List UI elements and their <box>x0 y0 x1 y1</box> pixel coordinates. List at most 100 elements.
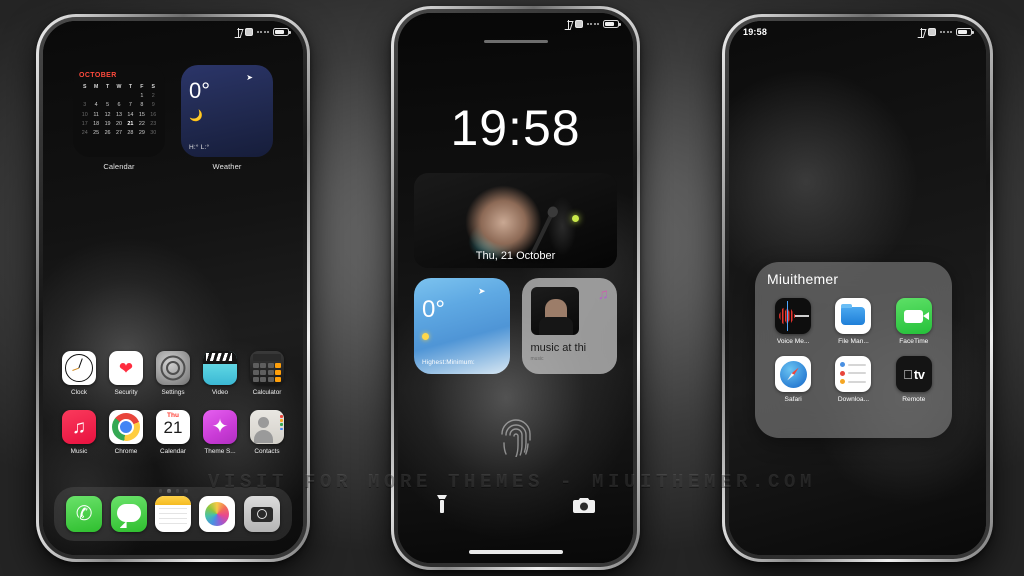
facetime-icon[interactable] <box>895 298 932 334</box>
weather-temp: 0° <box>189 78 211 103</box>
app-label: Chrome <box>114 448 138 455</box>
folder-app-label: Remote <box>902 396 926 403</box>
calendar-dow: M <box>93 84 99 90</box>
lock-music-widget[interactable]: ♫ music at thi music <box>521 278 617 374</box>
calendar-day: 8 <box>140 102 144 109</box>
calendar-day: 11 <box>93 111 99 118</box>
camera-icon[interactable] <box>243 496 280 532</box>
app-contacts[interactable]: Contacts <box>250 410 284 455</box>
clock-icon[interactable] <box>62 351 96 385</box>
calendar-day: 22 <box>138 120 145 127</box>
message-bubble-icon[interactable] <box>110 496 147 532</box>
gear-icon[interactable] <box>156 351 190 385</box>
app-clock[interactable]: Clock <box>62 351 96 396</box>
calendar-widget-body[interactable]: OCTOBER S M T W T F S 1 2 3 4 5 6 7 8 9 10 11 12 13 14 15 16 17… <box>73 65 165 157</box>
clapperboard-icon[interactable] <box>203 351 237 385</box>
fingerprint-icon[interactable] <box>499 417 533 462</box>
app-label: Calendar <box>160 448 186 455</box>
camera-icon[interactable] <box>573 497 595 519</box>
calendar-dow: W <box>116 84 122 90</box>
album-art <box>530 287 579 335</box>
file-manager-icon[interactable] <box>835 298 872 334</box>
phone-left-screen[interactable]: OCTOBER S M T W T F S 1 2 3 4 5 6 7 8 9 10 11 12 13 14 15 16 17… <box>43 21 303 555</box>
app-calculator[interactable]: Calculator <box>250 351 284 396</box>
calendar-grid: S M T W T F S 1 2 3 4 5 6 7 8 9 10 11 12 13 14 15 16 17 18 19 20 21… <box>79 83 159 137</box>
calendar-icon-day-num: 21 <box>163 418 183 437</box>
folder-app-voice-memos[interactable]: Voice Me... <box>767 298 819 345</box>
flashlight-icon[interactable] <box>436 494 448 519</box>
calendar-day: 12 <box>104 111 111 118</box>
calculator-icon[interactable] <box>250 351 284 385</box>
home-indicator[interactable] <box>468 550 563 554</box>
bluetooth-icon <box>919 27 924 37</box>
app-theme-store[interactable]: ✦ Theme S... <box>203 410 237 455</box>
calendar-day: 2 <box>151 93 155 100</box>
signal-dots <box>256 31 269 33</box>
folder-app-label: Downloa... <box>837 396 870 403</box>
app-music[interactable]: ♫ Music <box>62 410 96 455</box>
app-label: Security <box>114 389 138 396</box>
calendar-day: 5 <box>106 102 110 109</box>
chrome-icon[interactable] <box>109 410 143 444</box>
star-icon[interactable]: ✦ <box>203 410 237 444</box>
status-icons <box>919 27 974 37</box>
calendar-day <box>90 92 101 100</box>
battery-icon <box>603 20 621 28</box>
app-label: Video <box>211 389 229 396</box>
lock-weather-temp: 0° <box>422 296 445 323</box>
calendar-dow: S <box>151 84 156 90</box>
crescent-moon-icon: 🌙 <box>189 110 203 122</box>
calendar-day: 19 <box>104 120 111 127</box>
status-bar <box>43 21 303 43</box>
voice-memos-icon[interactable] <box>775 298 812 334</box>
phone-icon[interactable]: ✆ <box>66 496 103 532</box>
folder-app-downloads[interactable]: Downloa... <box>827 356 879 403</box>
app-label: Clock <box>71 389 87 396</box>
calendar-day: 20 <box>115 120 122 127</box>
app-chrome[interactable]: Chrome <box>109 410 143 455</box>
calendar-dow: T <box>128 84 132 90</box>
folder-app-remote[interactable]: tv Remote <box>888 356 940 403</box>
calendar-day <box>102 92 113 100</box>
bluetooth-icon <box>566 19 571 29</box>
weather-widget-body[interactable]: ➤ 0° 🌙 H:° L:° <box>181 65 273 157</box>
calendar-day: 1 <box>140 93 144 100</box>
app-calendar[interactable]: Thu 21 Calendar <box>156 410 190 455</box>
app-security[interactable]: ❤ Security <box>109 351 143 396</box>
apple-tv-icon[interactable]: tv <box>895 356 932 392</box>
calendar-day: 18 <box>93 120 100 127</box>
alarm-icon <box>574 20 583 28</box>
phone-left: OCTOBER S M T W T F S 1 2 3 4 5 6 7 8 9 10 11 12 13 14 15 16 17… <box>36 14 310 562</box>
notes-icon[interactable] <box>154 496 191 532</box>
heart-icon[interactable]: ❤ <box>109 351 143 385</box>
folder-app-file-manager[interactable]: File Man... <box>827 298 879 345</box>
downloads-list-icon[interactable] <box>835 356 872 392</box>
app-grid: Clock ❤ Security Settings Video Calculat… <box>43 351 303 469</box>
calendar-day <box>79 92 90 100</box>
safari-compass-icon[interactable] <box>775 356 812 392</box>
lock-weather-widget[interactable]: ➤ 0° Highest:Minimum: <box>414 278 510 374</box>
phone-right-screen[interactable]: 19:58 Miuithemer Voice Me... File Man... <box>729 21 986 555</box>
music-note-icon[interactable]: ♫ <box>62 410 96 444</box>
photo-widget[interactable]: Thu, 21 October <box>414 173 617 268</box>
weather-widget[interactable]: ➤ 0° 🌙 H:° L:° Weather <box>181 65 273 171</box>
calendar-day: 26 <box>104 130 111 137</box>
calendar-day: 27 <box>115 130 122 137</box>
folder-app-facetime[interactable]: FaceTime <box>888 298 940 345</box>
folder-app-safari[interactable]: Safari <box>767 356 819 403</box>
calendar-widget[interactable]: OCTOBER S M T W T F S 1 2 3 4 5 6 7 8 9 10 11 12 13 14 15 16 17… <box>73 65 165 171</box>
person-icon[interactable] <box>250 410 284 444</box>
status-bar: 19:58 <box>729 21 986 43</box>
app-video[interactable]: Video <box>203 351 237 396</box>
phone-center-screen[interactable]: 19:58 Thu, 21 October ➤ 0° Highest:Minim… <box>398 13 633 563</box>
folder-app-grid: Voice Me... File Man... FaceTime Safari <box>767 298 940 403</box>
app-settings[interactable]: Settings <box>156 351 190 396</box>
app-label: Settings <box>161 389 185 396</box>
calendar-icon[interactable]: Thu 21 <box>156 410 190 444</box>
location-arrow-icon: ➤ <box>477 286 486 296</box>
folder-name[interactable]: Miuithemer <box>767 271 940 287</box>
battery-icon <box>273 28 291 36</box>
calendar-day: 23 <box>150 120 157 127</box>
folder-panel[interactable]: Miuithemer Voice Me... File Man... FaceT… <box>755 262 952 438</box>
photos-flower-icon[interactable] <box>199 496 236 532</box>
